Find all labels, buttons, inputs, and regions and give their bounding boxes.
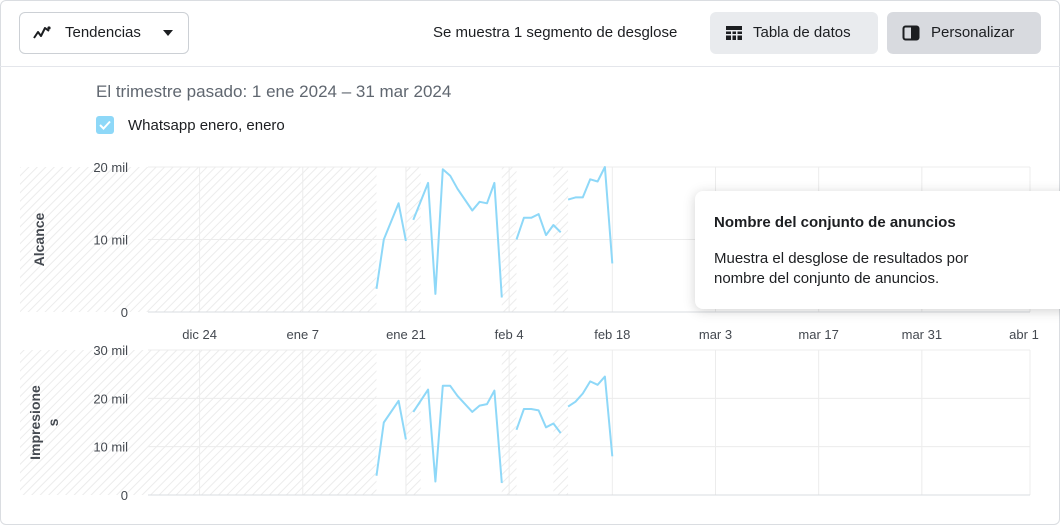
x-tick-label: ene 21 bbox=[386, 327, 426, 342]
y-axis-title: s bbox=[45, 418, 61, 426]
breakdown-tooltip: Nombre del conjunto de anuncios Muestra … bbox=[695, 191, 1060, 309]
y-tick-label: 10 mil bbox=[93, 440, 128, 455]
no-data-region bbox=[553, 350, 569, 495]
y-axis-title: Alcance bbox=[31, 212, 47, 266]
x-tick-label: ene 7 bbox=[286, 327, 319, 342]
y-tick-label: 0 bbox=[121, 305, 128, 320]
y-tick-label: 20 mil bbox=[93, 391, 128, 406]
no-data-region bbox=[20, 350, 377, 495]
series-line bbox=[567, 375, 614, 457]
no-data-region bbox=[405, 350, 421, 495]
x-tick-label: dic 24 bbox=[182, 327, 217, 342]
x-tick-label: mar 31 bbox=[902, 327, 942, 342]
tooltip-body: Muestra el desglose de resultados por no… bbox=[714, 250, 969, 287]
y-tick-label: 0 bbox=[121, 488, 128, 503]
x-tick-label: feb 4 bbox=[495, 327, 524, 342]
x-tick-label: mar 17 bbox=[798, 327, 838, 342]
y-tick-label: 30 mil bbox=[93, 343, 128, 358]
x-tick-label: abr 1 bbox=[1009, 327, 1039, 342]
tooltip-title: Nombre del conjunto de anuncios bbox=[714, 214, 956, 231]
y-axis-title: Impresione bbox=[27, 385, 43, 460]
series-line bbox=[375, 202, 407, 289]
y-tick-label: 20 mil bbox=[93, 160, 128, 175]
series-line bbox=[567, 166, 614, 264]
x-tick-label: mar 3 bbox=[699, 327, 732, 342]
series-line bbox=[375, 399, 407, 476]
series-line bbox=[412, 168, 503, 298]
y-tick-label: 10 mil bbox=[93, 233, 128, 248]
series-line bbox=[412, 384, 503, 483]
x-tick-label: feb 18 bbox=[594, 327, 630, 342]
